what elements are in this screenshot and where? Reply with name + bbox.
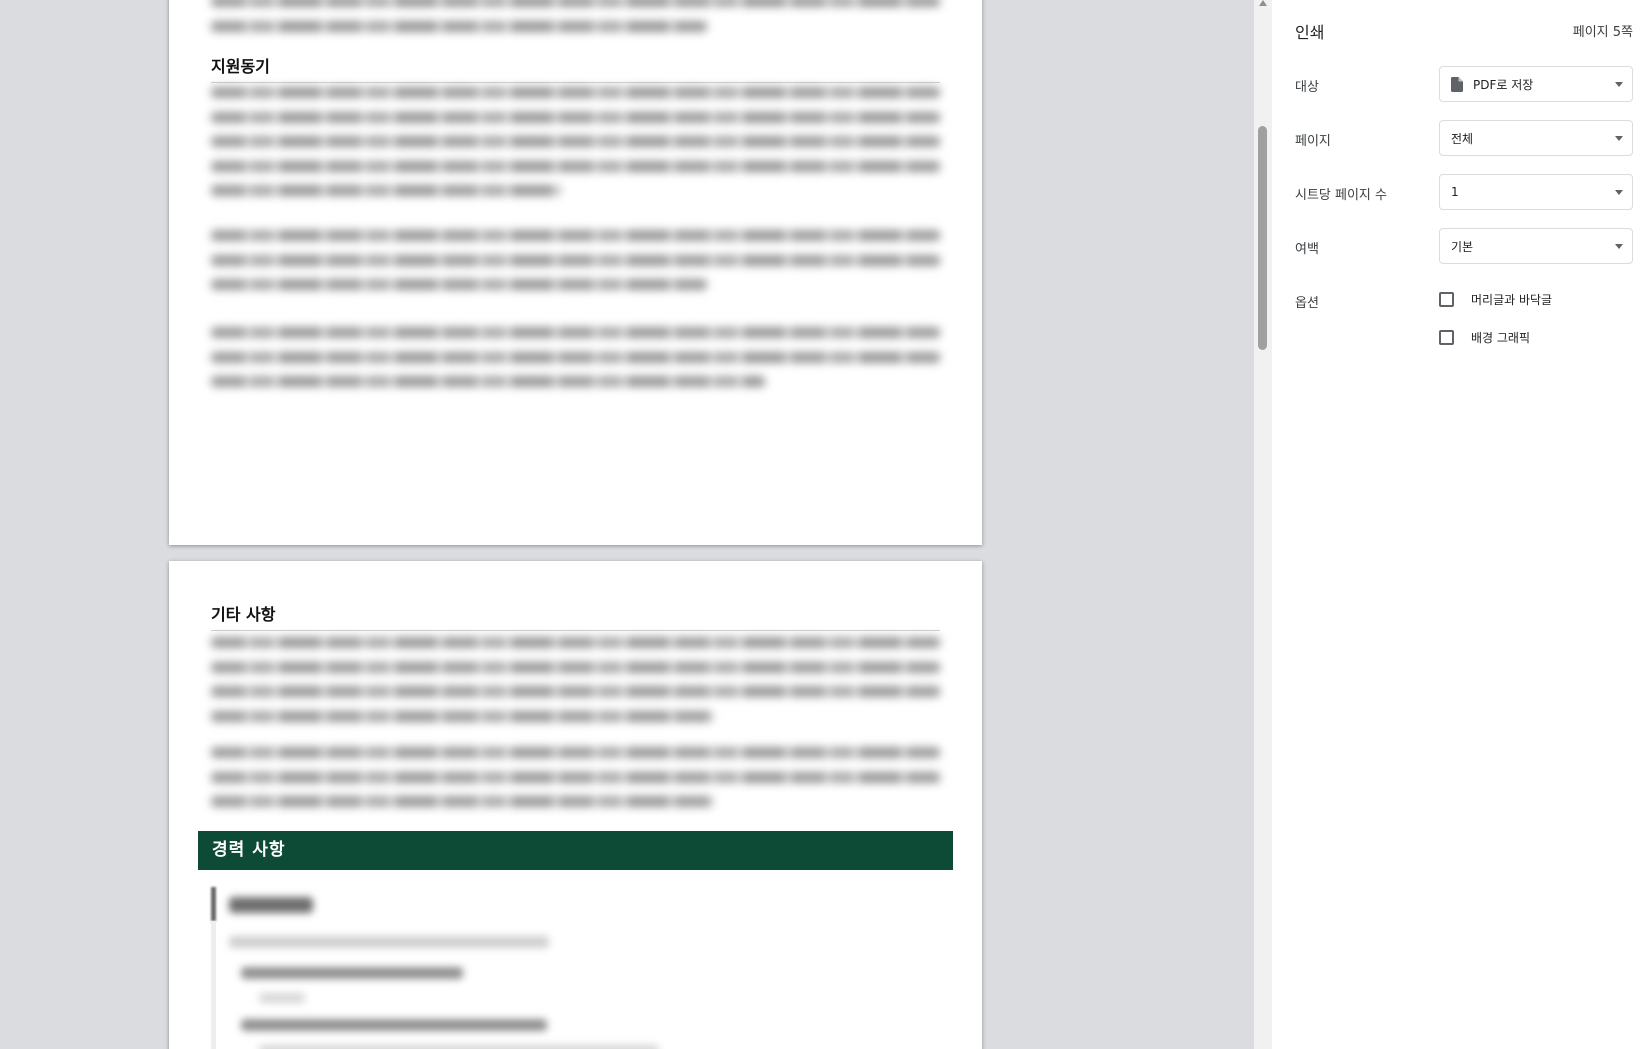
margins-value: 기본 (1451, 239, 1474, 254)
career-entry (211, 887, 940, 1049)
headers-footers-label: 머리글과 바닥글 (1471, 293, 1553, 307)
chevron-down-icon (1615, 244, 1623, 249)
career-section-banner: 경력 사항 (198, 831, 953, 870)
scroll-up-arrow-icon[interactable] (1259, 0, 1267, 6)
blurred-paragraph (211, 87, 940, 210)
pages-per-sheet-value: 1 (1451, 185, 1459, 199)
destination-label: 대상 (1295, 80, 1319, 95)
panel-title: 인쇄 (1295, 23, 1325, 42)
options-label: 옵션 (1295, 296, 1319, 311)
chevron-down-icon (1615, 82, 1623, 87)
file-icon (1451, 76, 1463, 92)
headers-footers-checkbox[interactable] (1439, 292, 1454, 307)
destination-select[interactable]: PDF로 저장 (1439, 66, 1633, 102)
chevron-down-icon (1615, 136, 1623, 141)
preview-scrollbar[interactable] (1254, 0, 1272, 1049)
margins-select[interactable]: 기본 (1439, 228, 1633, 264)
background-graphics-label: 배경 그래픽 (1471, 331, 1531, 345)
section-heading-motivation: 지원동기 (211, 53, 940, 83)
chevron-down-icon (1615, 190, 1623, 195)
pages-per-sheet-select[interactable]: 1 (1439, 174, 1633, 210)
blurred-paragraph (211, 747, 940, 821)
preview-page: 기타 사항 경력 사항 (169, 561, 982, 1049)
section-heading-etc: 기타 사항 (211, 601, 940, 631)
blurred-paragraph (211, 230, 940, 304)
blurred-paragraph (211, 0, 940, 45)
pages-select[interactable]: 전체 (1439, 120, 1633, 156)
blurred-paragraph (211, 327, 940, 401)
background-graphics-checkbox[interactable] (1439, 330, 1454, 345)
page-count: 페이지 5쪽 (1572, 25, 1633, 40)
print-preview-area[interactable]: 지원동기 기타 사항 경력 사항 (0, 0, 1254, 1049)
blurred-paragraph (211, 637, 940, 735)
pages-per-sheet-label: 시트당 페이지 수 (1295, 188, 1387, 203)
background-graphics-option[interactable]: 배경 그래픽 (1439, 329, 1530, 346)
scrollbar-thumb[interactable] (1258, 126, 1267, 350)
preview-page: 지원동기 (169, 0, 982, 545)
pages-value: 전체 (1451, 131, 1474, 146)
margins-label: 여백 (1295, 242, 1319, 257)
destination-value: PDF로 저장 (1473, 77, 1534, 92)
pages-label: 페이지 (1295, 134, 1331, 149)
headers-footers-option[interactable]: 머리글과 바닥글 (1439, 291, 1552, 308)
print-settings-panel: 인쇄 페이지 5쪽 대상 PDF로 저장 페이지 전체 시트당 페이지 수 1 … (1272, 0, 1643, 1049)
